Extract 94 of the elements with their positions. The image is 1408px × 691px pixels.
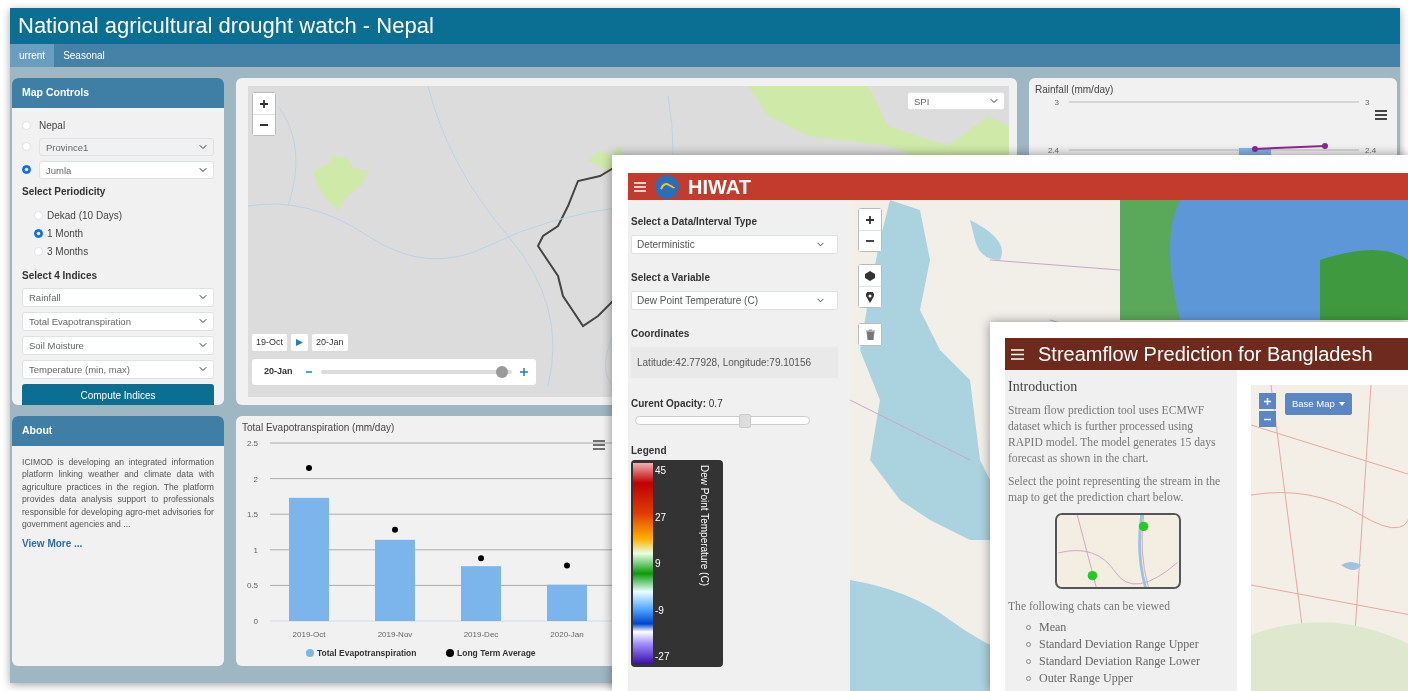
radio-button[interactable] [22,165,31,175]
axis-label: 2019-Nov [377,630,413,639]
paragraph: The following chats can be viewed [1008,599,1171,615]
play-icon [295,337,304,347]
axis-label: 2019-Dec [463,630,499,639]
list-item: Mean [1039,619,1067,636]
marker-icon [866,291,874,303]
globe-logo-icon [654,173,680,200]
draw-marker-button[interactable] [859,286,881,307]
minus-icon[interactable] [304,368,313,376]
hexagon-icon [865,270,875,281]
paragraph: Stream flow prediction tool uses ECMWF dataset which is further processed using RAPID model. The model generates 15 days forecast as shown in the chart. [1008,403,1217,467]
plus-icon [865,214,875,225]
axis-label: 1.5 [246,510,258,520]
section-heading: Introduction [1008,378,1079,396]
radio-label: Dekad (10 Days) [47,208,123,223]
section-label: Select Periodicity [22,184,107,199]
plus-icon[interactable] [520,368,528,376]
radio-button[interactable] [34,228,43,238]
plus-icon [259,98,269,109]
zoom-out-button[interactable] [253,114,275,135]
axis-label: 3 [1054,97,1059,109]
compute-button[interactable]: Compute Indices [22,383,214,405]
radio-label: Nepal [39,118,66,133]
scale-label: -27 [655,650,671,664]
menu-icon[interactable] [1374,109,1388,121]
axis-label: 0 [253,617,258,626]
bar [547,584,587,621]
select-field[interactable]: Jumla [39,160,214,179]
select-field[interactable]: Rainfall [22,287,214,307]
radio-label: 1 Month [47,226,84,241]
data-point [478,555,484,562]
field-label: Select a Data/Interval Type [631,215,758,229]
view-more-link[interactable]: View More ... [22,536,83,552]
axis-label: 2020-Jan [550,630,584,639]
legend-label[interactable]: Long Term Average [457,648,536,658]
slider-thumb[interactable] [496,366,509,378]
scale-label: 27 [655,510,668,525]
paragraph: Select the point representing the stream in the map to get the prediction chart below. [1008,474,1222,506]
scale-label: -9 [655,603,665,618]
legend-label[interactable]: Total Evapotranspiration [317,648,417,658]
chart-title: Rainfall (mm/day) [1034,83,1115,97]
legend-marker [446,649,454,657]
plus-icon [1264,397,1271,405]
select-field[interactable]: Province1 [39,137,214,156]
base-map-button[interactable]: Base Map [1285,393,1352,416]
field-label: Select a Variable [631,271,711,285]
tab[interactable]: Seasonal [54,44,114,67]
coordinates-display: Latitude:42.77928, Longitude:79.10156 [631,347,838,378]
bar [461,566,501,621]
app-title: Streamflow Prediction for Bangladesh [1038,342,1373,367]
slider-track[interactable] [635,416,810,425]
list-item: Outer Range Upper [1039,670,1133,687]
axis-label: 1 [253,545,258,555]
scale-label: 9 [655,557,662,571]
list-item: Standard Deviation Range Upper [1039,636,1199,653]
select-field[interactable]: Soil Moisture [22,335,214,355]
axis-label: 2.4 [1365,145,1377,157]
slider-thumb[interactable] [739,413,751,428]
list-item: Standard Deviation Range Lower [1039,653,1200,670]
caret-icon [1338,402,1345,407]
select-field[interactable]: Deterministic [631,235,838,254]
select-field[interactable]: SPI [907,92,1005,110]
zoom-out-button[interactable] [859,230,881,251]
app-title: HIWAT [688,176,751,197]
axis-label: 2019-Oct [292,630,326,639]
select-field[interactable]: Temperature (min, max) [22,359,214,379]
chart-title: Total Evapotranspiration (mm/day) [241,421,396,435]
legend-title: Dew Point Temperature (C) [698,465,711,586]
axis-label: 0.5 [246,581,258,591]
field-label: Curent Opacity: [631,398,707,409]
trash-icon [865,329,875,340]
axis-label: 2.5 [246,439,258,448]
axis-label: 2 [253,474,258,484]
axis-label: 2.4 [1047,145,1059,157]
field-label: Coordinates [631,327,691,341]
section-label: Select 4 Indices [22,268,99,283]
data-point [564,562,570,569]
axis-label: 3 [1365,97,1370,109]
about-text: ICIMOD is developing an integrated information platform linking weather and climate data with agriculture practices in the region. The platform provides data analysis support to professionals responsible for developing agro-met advisories for government agencies and ... [22,455,214,531]
opacity-value: 0.7 [708,398,723,409]
data-point [392,526,398,533]
field-label: Legend [631,444,668,458]
panel-header: About [12,416,224,446]
select-field[interactable]: Total Evapotranspiration [22,311,214,331]
select-field[interactable]: Dew Point Temperature (C) [631,291,838,310]
panel-header: Map Controls [12,78,224,108]
legend-marker [306,649,314,657]
scale-label: 45 [655,464,668,478]
app-title: National agricultural drought watch - Nepal [10,8,1400,44]
data-point [306,464,312,471]
delete-button[interactable] [859,324,881,345]
menu-icon[interactable] [592,440,606,450]
radio-label: 3 Months [47,244,89,259]
